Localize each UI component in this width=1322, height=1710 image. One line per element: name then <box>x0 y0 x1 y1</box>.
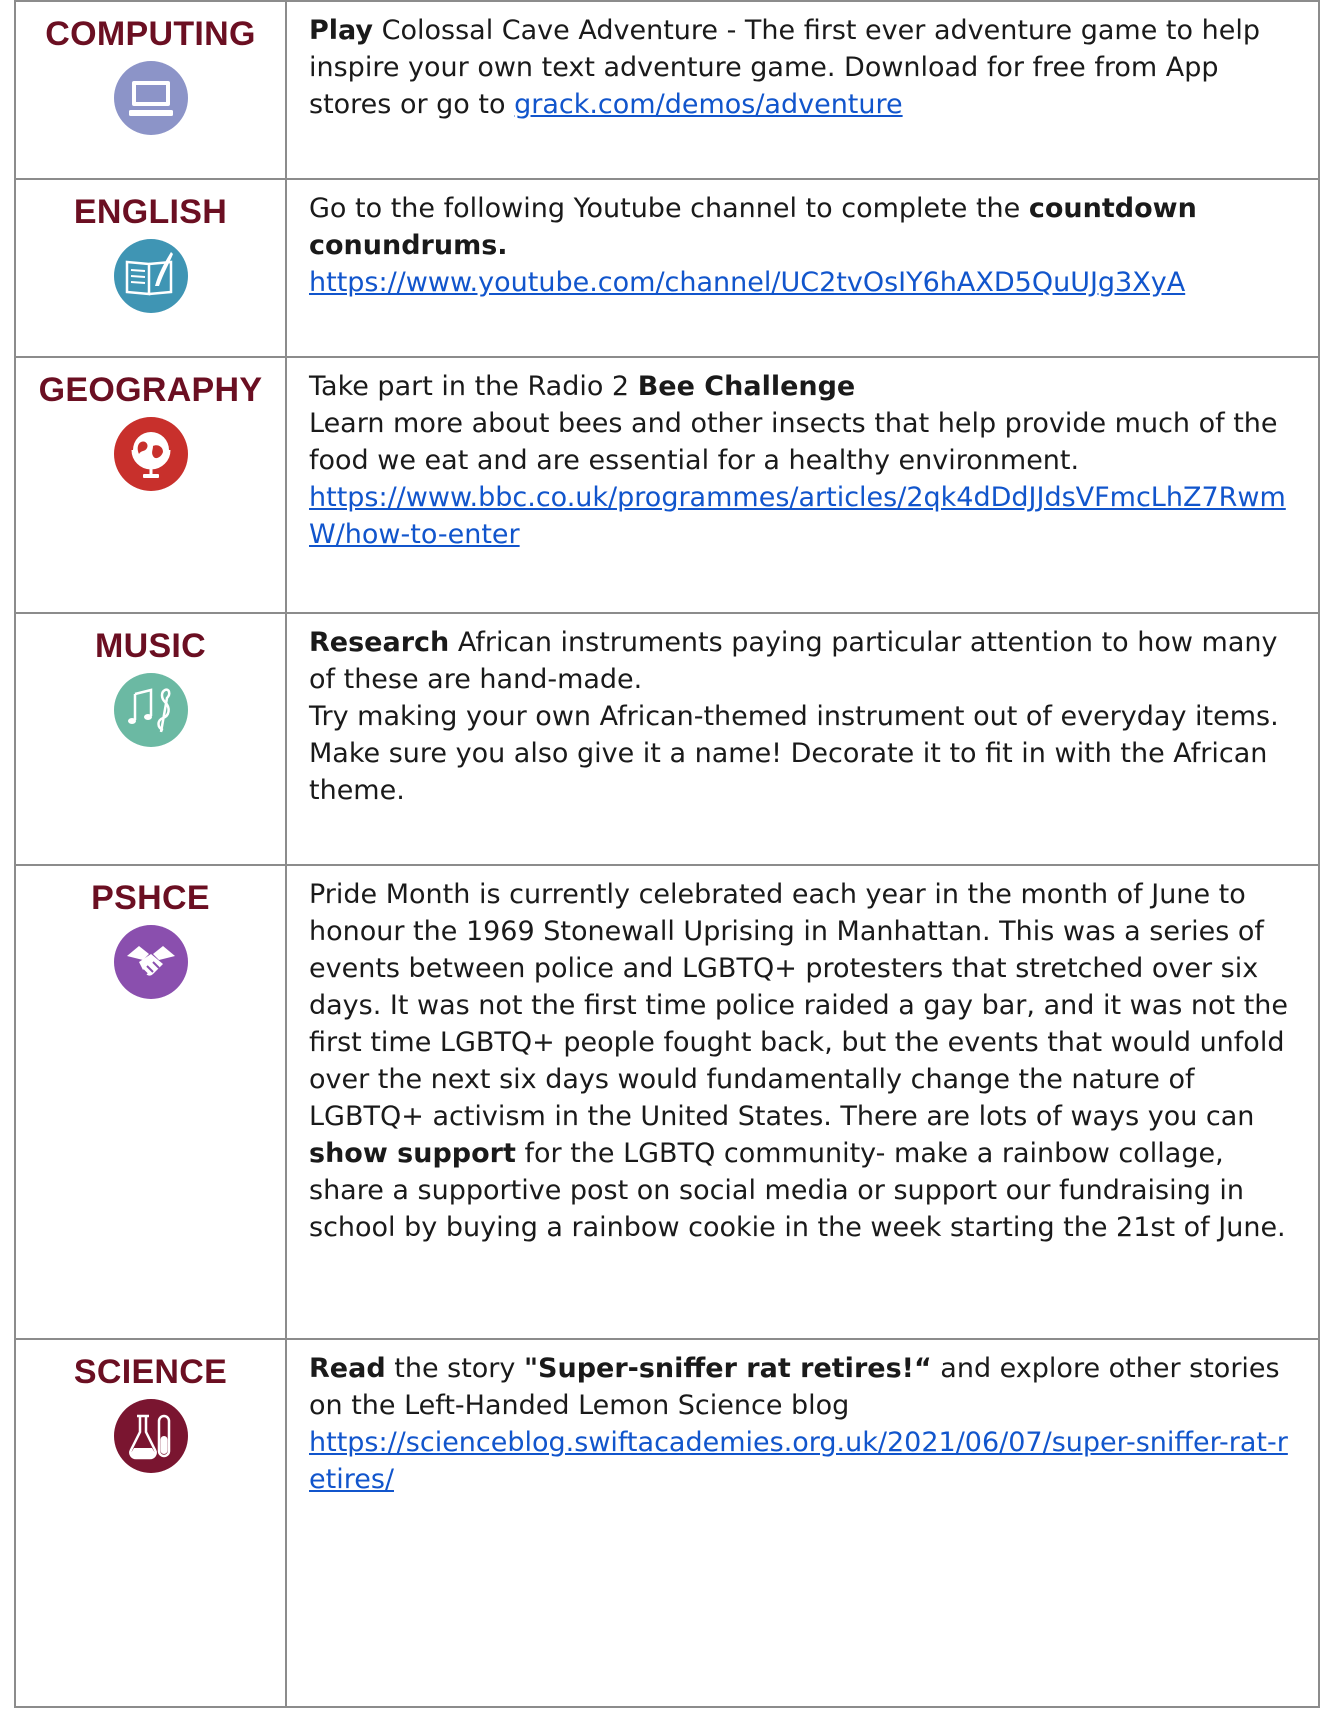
subject-title-geography: GEOGRAPHY <box>38 371 263 409</box>
emphasis-text: "Super-sniffer rat retires!“ <box>523 1353 932 1384</box>
body-text: Try making your own African-themed instr… <box>309 701 1279 806</box>
subject-title-music: MUSIC <box>94 627 207 665</box>
row-geography: GEOGRAPHY Take part in the Radio 2 Bee C… <box>14 356 1320 614</box>
emphasis-text: show support <box>309 1138 516 1169</box>
resource-link[interactable]: grack.com/demos/adventure <box>514 89 903 120</box>
subjects-table: COMPUTING Play Colossal Cave Adventure -… <box>14 0 1320 1708</box>
subject-cell-geography: GEOGRAPHY <box>14 356 287 614</box>
body-text: Go to the following Youtube channel to c… <box>309 193 1029 224</box>
resource-link[interactable]: https://www.bbc.co.uk/programmes/article… <box>309 482 1286 550</box>
subject-title-computing: COMPUTING <box>45 15 256 53</box>
flask-tube-icon <box>113 1399 188 1473</box>
body-text: Learn more about bees and other insects … <box>309 408 1278 476</box>
subject-cell-science: SCIENCE <box>14 1338 287 1708</box>
content-cell-geography: Take part in the Radio 2 Bee Challenge Le… <box>285 356 1320 614</box>
music-notes-icon <box>113 673 188 747</box>
row-science: SCIENCE Read the story "Super-sniffer ra… <box>14 1338 1320 1708</box>
activity-sheet: COMPUTING Play Colossal Cave Adventure -… <box>0 0 1322 1710</box>
row-english: ENGLISH Go to the following Youtube chan… <box>14 178 1320 358</box>
emphasis-text: Read <box>309 1353 386 1384</box>
subject-cell-pshce: PSHCE <box>14 864 287 1340</box>
computer-icon <box>113 61 188 135</box>
handshake-icon <box>113 925 188 999</box>
resource-link[interactable]: https://scienceblog.swiftacademies.org.u… <box>309 1427 1288 1495</box>
body-text: Pride Month is currently celebrated each… <box>309 879 1289 1132</box>
subject-cell-computing: COMPUTING <box>14 0 287 180</box>
subject-title-pshce: PSHCE <box>91 879 210 917</box>
content-cell-pshce: Pride Month is currently celebrated each… <box>285 864 1320 1340</box>
content-cell-computing: Play Colossal Cave Adventure - The first… <box>285 0 1320 180</box>
emphasis-text: Play <box>309 15 374 46</box>
row-pshce: PSHCE Pride Month is currently celebrate… <box>14 864 1320 1340</box>
book-quill-icon <box>113 239 188 313</box>
globe-icon <box>113 417 188 491</box>
subject-title-english: ENGLISH <box>73 193 228 231</box>
body-text: Take part in the Radio 2 <box>309 371 638 402</box>
row-music: MUSIC Research African instruments payin… <box>14 612 1320 866</box>
row-computing: COMPUTING Play Colossal Cave Adventure -… <box>14 0 1320 180</box>
subject-cell-english: ENGLISH <box>14 178 287 358</box>
resource-link[interactable]: https://www.youtube.com/channel/UC2tvOsI… <box>309 267 1185 298</box>
emphasis-text: Bee Challenge <box>637 371 856 402</box>
emphasis-text: Research <box>309 627 450 658</box>
body-text: the story <box>385 1353 524 1384</box>
body-text: African instruments paying particular at… <box>309 627 1278 695</box>
content-cell-science: Read the story "Super-sniffer rat retire… <box>285 1338 1320 1708</box>
content-cell-english: Go to the following Youtube channel to c… <box>285 178 1320 358</box>
content-cell-music: Research African instruments paying part… <box>285 612 1320 866</box>
subject-cell-music: MUSIC <box>14 612 287 866</box>
subject-title-science: SCIENCE <box>73 1353 228 1391</box>
